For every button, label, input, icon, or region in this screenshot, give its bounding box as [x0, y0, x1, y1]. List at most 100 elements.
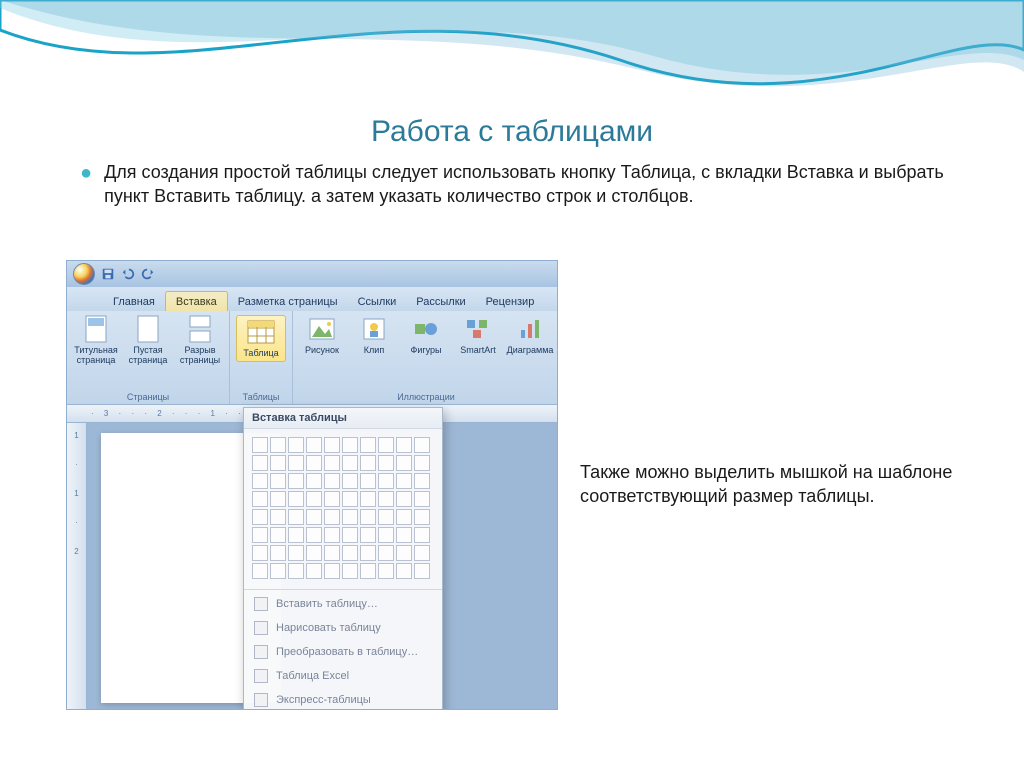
shapes-button[interactable]: Фигуры	[403, 315, 449, 356]
grid-cell[interactable]	[252, 491, 268, 507]
grid-cell[interactable]	[288, 509, 304, 525]
grid-cell[interactable]	[360, 455, 376, 471]
grid-cell[interactable]	[342, 563, 358, 579]
grid-cell[interactable]	[252, 437, 268, 453]
grid-cell[interactable]	[306, 491, 322, 507]
office-button[interactable]	[73, 263, 95, 285]
tab-review[interactable]: Рецензир	[476, 292, 545, 311]
clip-button[interactable]: Клип	[351, 315, 397, 356]
grid-cell[interactable]	[306, 545, 322, 561]
grid-cell[interactable]	[324, 563, 340, 579]
grid-cell[interactable]	[252, 473, 268, 489]
grid-cell[interactable]	[306, 527, 322, 543]
grid-cell[interactable]	[414, 545, 430, 561]
grid-cell[interactable]	[378, 455, 394, 471]
page-break-button[interactable]: Разрыв страницы	[177, 315, 223, 366]
grid-cell[interactable]	[396, 491, 412, 507]
grid-cell[interactable]	[360, 437, 376, 453]
grid-cell[interactable]	[288, 527, 304, 543]
grid-cell[interactable]	[414, 437, 430, 453]
tab-layout[interactable]: Разметка страницы	[228, 292, 348, 311]
grid-cell[interactable]	[252, 509, 268, 525]
grid-cell[interactable]	[414, 527, 430, 543]
grid-cell[interactable]	[414, 509, 430, 525]
grid-cell[interactable]	[306, 563, 322, 579]
grid-cell[interactable]	[252, 455, 268, 471]
grid-cell[interactable]	[324, 527, 340, 543]
grid-cell[interactable]	[288, 473, 304, 489]
grid-cell[interactable]	[396, 563, 412, 579]
grid-cell[interactable]	[414, 473, 430, 489]
grid-cell[interactable]	[360, 509, 376, 525]
grid-cell[interactable]	[414, 563, 430, 579]
grid-cell[interactable]	[270, 491, 286, 507]
grid-cell[interactable]	[396, 455, 412, 471]
grid-cell[interactable]	[306, 455, 322, 471]
grid-cell[interactable]	[306, 509, 322, 525]
tab-mailings[interactable]: Рассылки	[406, 292, 475, 311]
menu-quick-tables[interactable]: Экспресс-таблицы	[244, 688, 442, 710]
grid-cell[interactable]	[252, 563, 268, 579]
grid-cell[interactable]	[324, 545, 340, 561]
grid-cell[interactable]	[378, 491, 394, 507]
save-icon[interactable]	[101, 267, 115, 281]
grid-cell[interactable]	[288, 545, 304, 561]
grid-cell[interactable]	[342, 473, 358, 489]
grid-cell[interactable]	[324, 473, 340, 489]
menu-draw-table[interactable]: Нарисовать таблицу	[244, 616, 442, 640]
grid-cell[interactable]	[252, 545, 268, 561]
grid-cell[interactable]	[288, 437, 304, 453]
chart-button[interactable]: Диаграмма	[507, 315, 553, 356]
tab-home[interactable]: Главная	[103, 292, 165, 311]
grid-cell[interactable]	[288, 455, 304, 471]
grid-cell[interactable]	[414, 491, 430, 507]
grid-cell[interactable]	[306, 437, 322, 453]
grid-cell[interactable]	[270, 455, 286, 471]
grid-cell[interactable]	[396, 509, 412, 525]
grid-cell[interactable]	[378, 545, 394, 561]
tab-insert[interactable]: Вставка	[165, 291, 228, 311]
grid-cell[interactable]	[324, 509, 340, 525]
grid-cell[interactable]	[360, 491, 376, 507]
grid-cell[interactable]	[288, 491, 304, 507]
grid-cell[interactable]	[342, 455, 358, 471]
tab-references[interactable]: Ссылки	[348, 292, 407, 311]
smartart-button[interactable]: SmartArt	[455, 315, 501, 356]
menu-excel-table[interactable]: Таблица Excel	[244, 664, 442, 688]
grid-cell[interactable]	[360, 563, 376, 579]
grid-cell[interactable]	[342, 509, 358, 525]
grid-cell[interactable]	[396, 473, 412, 489]
grid-cell[interactable]	[342, 491, 358, 507]
grid-cell[interactable]	[306, 473, 322, 489]
blank-page-button[interactable]: Пустая страница	[125, 315, 171, 366]
grid-cell[interactable]	[270, 437, 286, 453]
table-button[interactable]: Таблица	[236, 315, 286, 362]
grid-cell[interactable]	[270, 545, 286, 561]
cover-page-button[interactable]: Титульная страница	[73, 315, 119, 366]
grid-cell[interactable]	[342, 527, 358, 543]
grid-cell[interactable]	[270, 527, 286, 543]
grid-cell[interactable]	[396, 545, 412, 561]
undo-icon[interactable]	[121, 267, 135, 281]
grid-cell[interactable]	[378, 437, 394, 453]
menu-convert-table[interactable]: Преобразовать в таблицу…	[244, 640, 442, 664]
redo-icon[interactable]	[141, 267, 155, 281]
grid-cell[interactable]	[396, 527, 412, 543]
picture-button[interactable]: Рисунок	[299, 315, 345, 356]
insert-table-grid[interactable]	[244, 429, 442, 587]
grid-cell[interactable]	[252, 527, 268, 543]
grid-cell[interactable]	[414, 455, 430, 471]
grid-cell[interactable]	[360, 473, 376, 489]
grid-cell[interactable]	[360, 527, 376, 543]
grid-cell[interactable]	[378, 563, 394, 579]
grid-cell[interactable]	[288, 563, 304, 579]
grid-cell[interactable]	[378, 509, 394, 525]
grid-cell[interactable]	[270, 473, 286, 489]
grid-cell[interactable]	[270, 563, 286, 579]
grid-cell[interactable]	[342, 545, 358, 561]
grid-cell[interactable]	[324, 437, 340, 453]
grid-cell[interactable]	[270, 509, 286, 525]
grid-cell[interactable]	[324, 455, 340, 471]
menu-insert-table[interactable]: Вставить таблицу…	[244, 592, 442, 616]
grid-cell[interactable]	[342, 437, 358, 453]
